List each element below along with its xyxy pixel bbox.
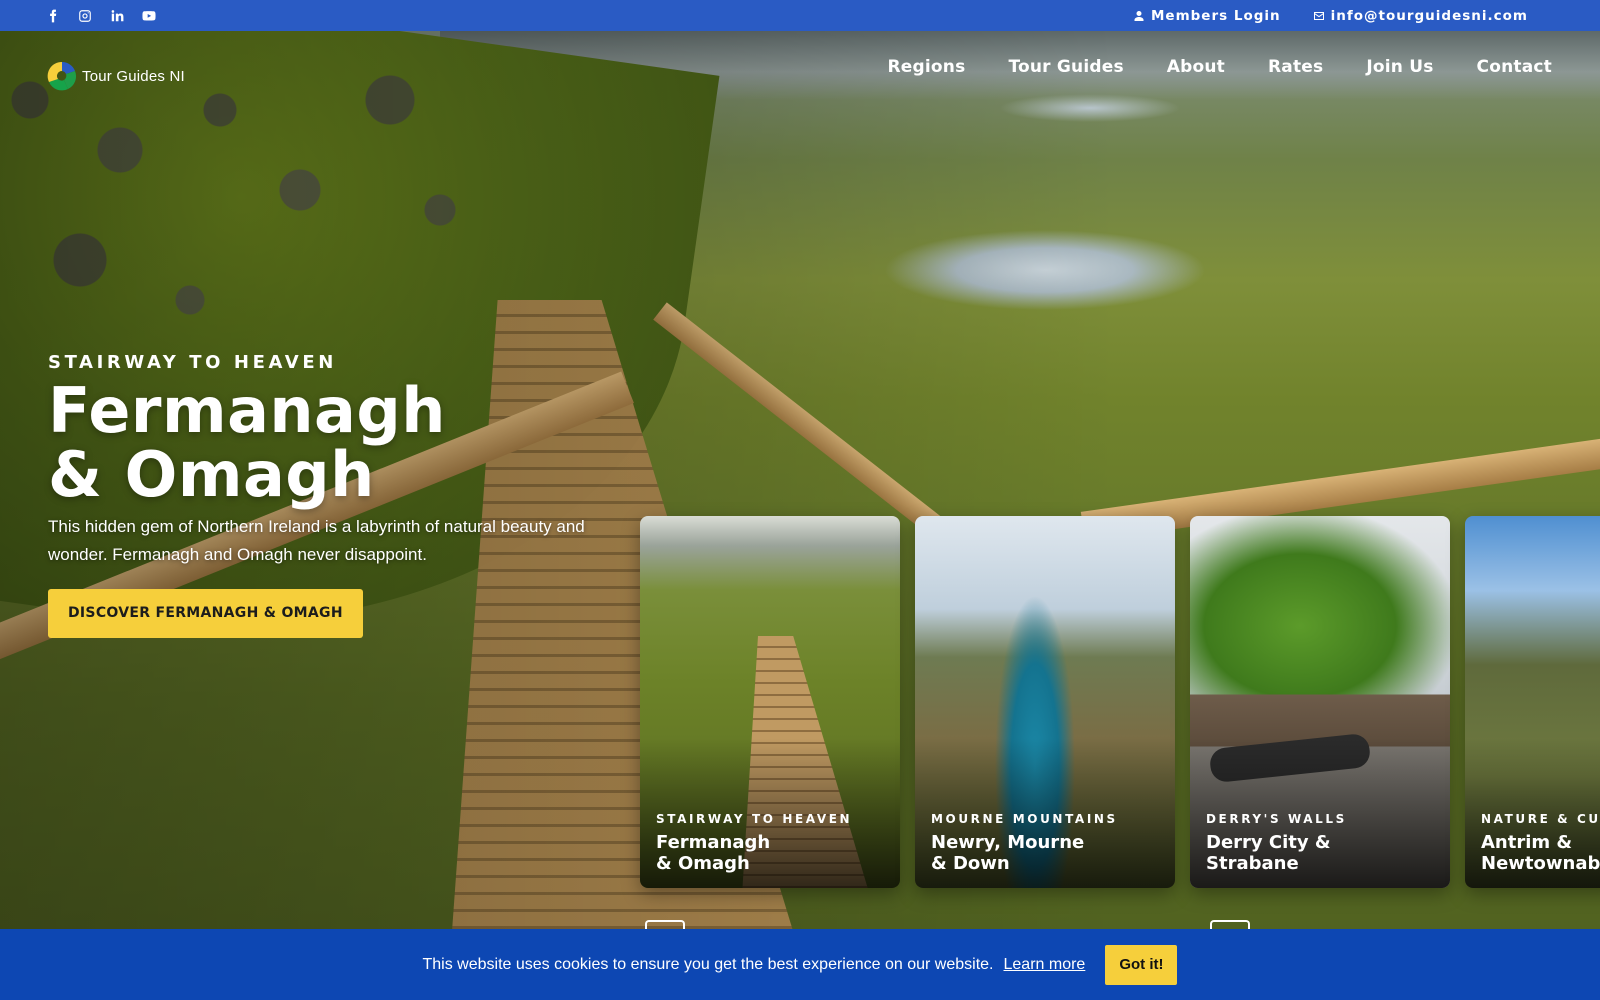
hero-content: STAIRWAY TO HEAVEN Fermanagh & Omagh Thi… <box>48 352 628 638</box>
hero-title: Fermanagh & Omagh <box>48 379 628 507</box>
nav-item-rates[interactable]: Rates <box>1268 57 1323 77</box>
region-card-tag: STAIRWAY TO HEAVEN <box>656 812 853 826</box>
logo-icon <box>47 61 77 91</box>
region-carousel: STAIRWAY TO HEAVEN Fermanagh & Omagh MOU… <box>640 516 1600 888</box>
top-bar: Members Login info@tourguidesni.com <box>0 0 1600 31</box>
region-card-tag: NATURE & CUL <box>1481 812 1600 826</box>
email-link[interactable]: info@tourguidesni.com <box>1313 8 1528 24</box>
main-nav: Regions Tour Guides About Rates Join Us … <box>888 57 1552 77</box>
region-card-antrim-newtownabbey[interactable]: NATURE & CUL Antrim & Newtownabb <box>1465 516 1600 888</box>
region-card-tag: DERRY'S WALLS <box>1206 812 1347 826</box>
top-links: Members Login info@tourguidesni.com <box>1133 8 1528 24</box>
region-card-newry-mourne-down[interactable]: MOURNE MOUNTAINS Newry, Mourne & Down <box>915 516 1175 888</box>
social-links <box>44 7 158 25</box>
nav-item-regions[interactable]: Regions <box>888 57 966 77</box>
region-card-title: Fermanagh & Omagh <box>656 832 771 874</box>
members-login-link[interactable]: Members Login <box>1133 8 1281 24</box>
members-login-label: Members Login <box>1150 8 1281 24</box>
region-card-tag: MOURNE MOUNTAINS <box>931 812 1118 826</box>
region-card-fermanagh-omagh[interactable]: STAIRWAY TO HEAVEN Fermanagh & Omagh <box>640 516 900 888</box>
nav-item-tour-guides[interactable]: Tour Guides <box>1008 57 1123 77</box>
nav-item-about[interactable]: About <box>1167 57 1225 77</box>
nav-item-contact[interactable]: Contact <box>1477 57 1552 77</box>
instagram-icon[interactable] <box>76 7 94 25</box>
region-card-derry-strabane[interactable]: DERRY'S WALLS Derry City & Strabane <box>1190 516 1450 888</box>
envelope-icon <box>1313 12 1324 20</box>
cookie-accept-button[interactable]: Got it! <box>1105 944 1178 985</box>
logo-text: Tour Guides NI <box>82 67 185 85</box>
cookie-message: This website uses cookies to ensure you … <box>422 955 994 973</box>
site-logo[interactable]: Tour Guides NI <box>46 60 185 92</box>
region-card-title: Newry, Mourne & Down <box>931 832 1085 874</box>
user-icon <box>1134 11 1144 21</box>
facebook-icon[interactable] <box>44 7 62 25</box>
email-label: info@tourguidesni.com <box>1330 8 1528 24</box>
nav-item-join-us[interactable]: Join Us <box>1366 57 1433 77</box>
cookie-learn-more-link[interactable]: Learn more <box>1004 956 1086 974</box>
cookie-banner: This website uses cookies to ensure you … <box>0 929 1600 1000</box>
hero-kicker: STAIRWAY TO HEAVEN <box>48 352 337 373</box>
hero-description: This hidden gem of Northern Ireland is a… <box>48 517 585 564</box>
discover-region-button[interactable]: DISCOVER FERMANAGH & OMAGH <box>48 589 363 638</box>
region-card-title: Derry City & Strabane <box>1206 832 1331 874</box>
youtube-icon[interactable] <box>140 7 158 25</box>
hero-title-line-2: & Omagh <box>48 438 375 511</box>
region-card-title: Antrim & Newtownabb <box>1481 832 1600 874</box>
hero-title-line-1: Fermanagh <box>48 374 446 447</box>
linkedin-icon[interactable] <box>108 7 126 25</box>
